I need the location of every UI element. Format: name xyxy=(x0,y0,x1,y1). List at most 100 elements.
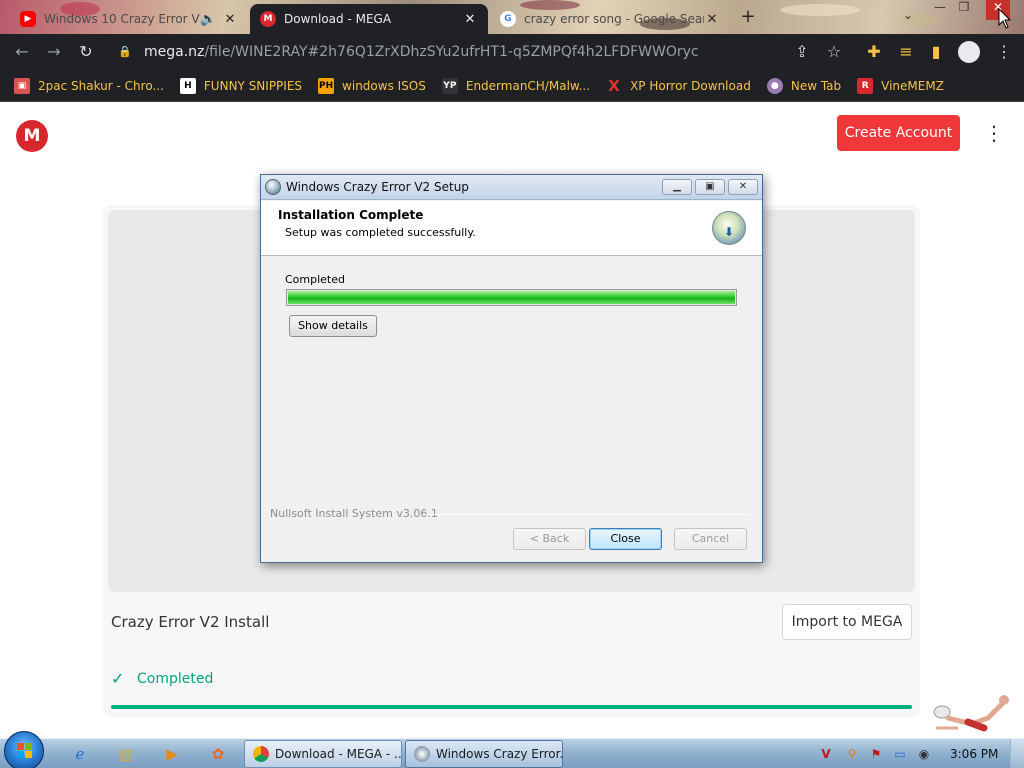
media-player-icon[interactable]: ▶ xyxy=(156,742,188,766)
browser-toolbar: ← → ↻ 🔒 mega.nz/file/WINE2RAY#2h76Q1ZrXD… xyxy=(0,34,1024,70)
restore-icon[interactable]: ❐ xyxy=(952,0,976,20)
nsis-logo-icon: ⬇ xyxy=(712,211,746,245)
r-icon: R xyxy=(857,77,874,94)
menu-dots-icon[interactable]: ⋮ xyxy=(994,42,1014,62)
header-title: Installation Complete xyxy=(278,208,424,222)
install-progress-bar xyxy=(286,289,737,306)
back-button[interactable]: < Back xyxy=(513,528,586,550)
profile-avatar-icon[interactable] xyxy=(958,41,980,63)
bookmark-item[interactable]: YP EndermanCH/Malw... xyxy=(441,77,591,94)
paint-icon[interactable]: ✿ xyxy=(202,742,234,766)
bookmark-item[interactable]: PH windows ISOS xyxy=(318,77,426,94)
nsis-branding: Nullsoft Install System v3.06.1 xyxy=(270,507,438,520)
side-panel-icon[interactable]: ▮ xyxy=(926,42,946,62)
back-arrow-icon[interactable]: ← xyxy=(12,42,32,62)
installer-icon xyxy=(265,179,281,195)
mouse-cursor-icon xyxy=(998,8,1012,29)
dialog-title-bar[interactable]: Windows Crazy Error V2 Setup ▁ ▣ ✕ xyxy=(261,175,762,200)
bookmark-item[interactable]: ● New Tab xyxy=(766,77,842,94)
desktop-buddy-figure xyxy=(933,695,1009,732)
tab-google[interactable]: G crazy error song - Google Search ✕ xyxy=(490,4,730,34)
install-progress-fill xyxy=(288,291,735,304)
windows-logo-icon xyxy=(17,743,32,758)
bookmark-label: EndermanCH/Malw... xyxy=(465,78,591,93)
share-icon[interactable]: ⇪ xyxy=(792,42,812,62)
status-text: Completed xyxy=(137,670,214,687)
show-desktop-button[interactable] xyxy=(1010,739,1024,768)
extensions-icon[interactable]: ✚ xyxy=(864,42,884,62)
close-icon[interactable]: ✕ xyxy=(728,179,758,195)
more-options-icon[interactable]: ⋮ xyxy=(984,122,1004,144)
bookmark-item[interactable]: X XP Horror Download xyxy=(606,76,751,95)
tray-search-icon[interactable]: ⚲ xyxy=(844,746,860,762)
taskbar-clock[interactable]: 3:06 PM xyxy=(950,747,998,761)
tab-close-icon[interactable]: ✕ xyxy=(462,12,478,27)
taskbar-item-chrome[interactable]: Download - MEGA - ... xyxy=(244,740,402,768)
tab-search-icon[interactable]: ⌄ xyxy=(896,8,920,28)
tab-title: crazy error song - Google Search xyxy=(524,12,704,26)
bookmark-label: FUNNY SNIPPIES xyxy=(203,78,303,93)
forward-arrow-icon[interactable]: → xyxy=(44,42,64,62)
tray-volume-icon[interactable]: ◉ xyxy=(916,746,932,762)
close-button[interactable]: Close xyxy=(589,528,662,550)
start-button[interactable] xyxy=(4,731,44,768)
chrome-icon xyxy=(253,746,269,762)
speaker-icon[interactable]: 🔈 xyxy=(200,12,216,27)
bookmark-label: 2pac Shakur - Chro... xyxy=(38,78,164,93)
mega-logo[interactable]: M xyxy=(16,120,48,152)
tab-title: Download - MEGA xyxy=(284,12,392,26)
taskbar-item-installer[interactable]: Windows Crazy Error... xyxy=(405,740,563,768)
x-icon: X xyxy=(608,76,620,95)
installer-icon xyxy=(414,746,430,762)
windows-taskbar: ℯ ▤ ▶ ✿ Download - MEGA - ... Windows Cr… xyxy=(0,731,1024,768)
new-tab-button[interactable]: + xyxy=(738,8,758,28)
bookmark-item[interactable]: H FUNNY SNIPPIES xyxy=(179,77,303,94)
minimize-icon[interactable]: ▁ xyxy=(662,179,692,195)
bookmarks-bar: ▣ 2pac Shakur - Chro... H FUNNY SNIPPIES P… xyxy=(0,70,1024,102)
h-icon: H xyxy=(179,77,196,94)
bookmark-label: XP Horror Download xyxy=(630,78,751,93)
bookmark-label: New Tab xyxy=(790,78,842,93)
tab-youtube[interactable]: ▶ Windows 10 Crazy Error V2 🔈 ✕ xyxy=(10,4,248,34)
bookmark-star-icon[interactable]: ☆ xyxy=(824,42,844,62)
tab-close-icon[interactable]: ✕ xyxy=(704,12,720,27)
mega-icon: M xyxy=(260,11,276,27)
installer-dialog: Windows Crazy Error V2 Setup ▁ ▣ ✕ Insta… xyxy=(260,174,763,563)
checkmark-icon: ✓ xyxy=(111,669,125,688)
media-icon[interactable]: ≡ xyxy=(896,42,916,62)
yp-icon: YP xyxy=(441,77,458,94)
taskbar-item-label: Download - MEGA - ... xyxy=(275,747,402,761)
explorer-folder-icon[interactable]: ▤ xyxy=(110,742,142,766)
cancel-button[interactable]: Cancel xyxy=(674,528,747,550)
maximize-icon[interactable]: ▣ xyxy=(695,179,725,195)
tray-network-icon[interactable]: ▭ xyxy=(892,746,908,762)
bookmark-icon: ▣ xyxy=(14,77,30,94)
bookmark-item[interactable]: ▣ 2pac Shakur - Chro... xyxy=(14,77,164,94)
screen: ▶ Windows 10 Crazy Error V2 🔈 ✕ M Downlo… xyxy=(0,0,1024,768)
address-bar[interactable]: 🔒 mega.nz/file/WINE2RAY#2h76Q1ZrXDhzSYu2… xyxy=(110,38,855,66)
download-status: ✓ Completed xyxy=(111,669,213,688)
ph-icon: PH xyxy=(318,77,335,94)
create-account-button[interactable]: Create Account xyxy=(837,115,960,151)
bookmark-label: VineMEMZ xyxy=(881,78,944,93)
dialog-header: Installation Complete Setup was complete… xyxy=(261,201,762,256)
file-name: Crazy Error V2 Install xyxy=(111,613,270,631)
bookmark-item[interactable]: R VineMEMZ xyxy=(857,77,944,94)
tray-flag-icon[interactable]: ⚑ xyxy=(868,746,884,762)
tab-mega[interactable]: M Download - MEGA ✕ xyxy=(250,4,488,34)
show-details-button[interactable]: Show details xyxy=(289,315,377,337)
tab-close-icon[interactable]: ✕ xyxy=(222,12,238,27)
tray-v-icon[interactable]: V xyxy=(818,746,834,762)
minimize-icon[interactable]: — xyxy=(928,0,952,20)
download-arrow-icon: ⬇ xyxy=(724,225,735,239)
install-status-label: Completed xyxy=(285,273,345,286)
tab-title: Windows 10 Crazy Error V2 xyxy=(44,12,200,26)
google-icon: G xyxy=(500,11,516,27)
internet-explorer-icon[interactable]: ℯ xyxy=(64,742,96,766)
taskbar-item-label: Windows Crazy Error... xyxy=(436,747,563,761)
import-to-mega-button[interactable]: Import to MEGA xyxy=(782,604,912,640)
header-subtitle: Setup was completed successfully. xyxy=(285,226,476,239)
browser-tab-strip: ▶ Windows 10 Crazy Error V2 🔈 ✕ M Downlo… xyxy=(0,0,1024,34)
download-progress-bar xyxy=(111,705,912,709)
reload-icon[interactable]: ↻ xyxy=(76,42,96,62)
